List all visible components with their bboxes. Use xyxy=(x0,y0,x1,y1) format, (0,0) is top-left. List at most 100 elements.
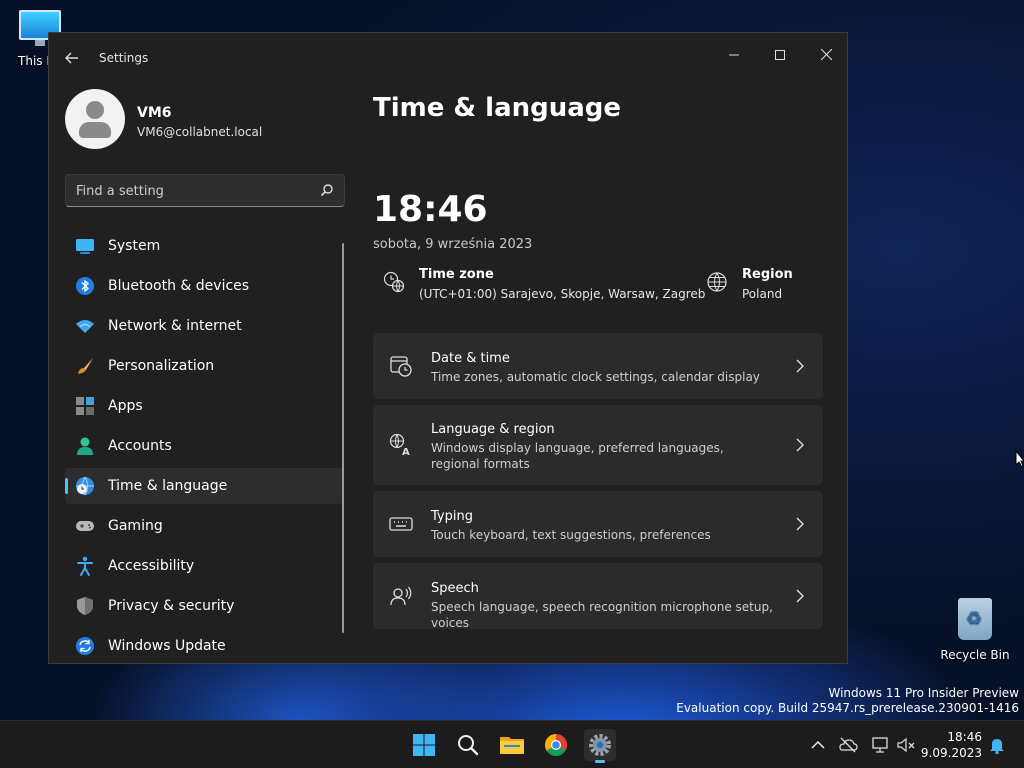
calendar-clock-icon xyxy=(390,356,412,377)
sidebar-item-label: Privacy & security xyxy=(108,598,235,614)
search-input[interactable] xyxy=(76,181,306,201)
watermark-line: Windows 11 Pro Insider Preview xyxy=(828,686,1019,700)
time-zone-info[interactable]: Time zone (UTC+01:00) Sarajevo, Skopje, … xyxy=(383,265,705,309)
globe-icon xyxy=(707,272,727,292)
start-button[interactable] xyxy=(408,729,440,761)
language-region-card[interactable]: A Language & region Windows display lang… xyxy=(373,405,823,485)
sidebar-item-accessibility[interactable]: Accessibility xyxy=(65,548,343,584)
sidebar-scrollbar[interactable] xyxy=(342,243,344,633)
chrome-icon xyxy=(545,734,567,756)
sidebar-item-bluetooth[interactable]: Bluetooth & devices xyxy=(65,268,343,304)
sidebar-item-label: System xyxy=(108,238,161,254)
profile-name: VM6 xyxy=(137,105,172,121)
sidebar-item-label: Gaming xyxy=(108,518,163,534)
card-subtitle: Windows display language, preferred lang… xyxy=(431,441,724,471)
recycle-bin-shortcut[interactable]: Recycle Bin xyxy=(938,598,1012,662)
chevron-right-icon xyxy=(796,359,804,373)
sidebar-item-privacy[interactable]: Privacy & security xyxy=(65,588,343,624)
back-arrow-icon xyxy=(65,52,78,64)
region-value: Poland xyxy=(742,287,783,301)
sidebar-item-time-language[interactable]: Time & language xyxy=(65,468,343,504)
system-clock[interactable]: 18:46 9.09.2023 xyxy=(921,729,982,761)
sidebar-nav: System Bluetooth & devices Network & int… xyxy=(65,228,343,663)
card-title: Date & time xyxy=(431,351,510,366)
mouse-cursor-icon xyxy=(1015,450,1024,468)
search-icon xyxy=(458,735,479,756)
sidebar-item-system[interactable]: System xyxy=(65,228,343,264)
window-title: Settings xyxy=(99,51,149,65)
avatar xyxy=(65,89,125,149)
time-zone-icon xyxy=(383,271,405,293)
chevron-right-icon xyxy=(796,438,804,452)
update-icon xyxy=(76,637,94,655)
svg-text:A: A xyxy=(402,447,410,457)
card-subtitle: Time zones, automatic clock settings, ca… xyxy=(431,370,760,384)
back-button[interactable] xyxy=(61,47,83,69)
network-icon[interactable] xyxy=(870,735,890,755)
sidebar-item-label: Accessibility xyxy=(108,558,195,574)
chevron-right-icon xyxy=(796,517,804,531)
volume-muted-icon[interactable] xyxy=(896,735,916,755)
sidebar-item-network[interactable]: Network & internet xyxy=(65,308,343,344)
chevron-up-icon[interactable] xyxy=(808,735,828,755)
settings-window: Settings VM6 VM6@collabnet.local Find a … xyxy=(48,32,848,664)
sidebar-item-windows-update[interactable]: Windows Update xyxy=(65,628,343,663)
sidebar-item-label: Time & language xyxy=(108,478,228,494)
region-title: Region xyxy=(742,267,793,282)
settings-taskbar-button[interactable] xyxy=(584,729,616,763)
sidebar-item-label: Personalization xyxy=(108,358,215,374)
sidebar-item-personalization[interactable]: Personalization xyxy=(65,348,343,384)
chrome-button[interactable] xyxy=(540,729,572,761)
typing-card[interactable]: Typing Touch keyboard, text suggestions,… xyxy=(373,491,823,557)
card-title: Typing xyxy=(431,509,473,524)
profile-email: VM6@collabnet.local xyxy=(137,125,263,139)
settings-icon xyxy=(589,734,611,756)
accessibility-icon xyxy=(77,556,93,576)
sidebar-item-apps[interactable]: Apps xyxy=(65,388,343,424)
sidebar-item-label: Apps xyxy=(108,398,143,414)
evaluation-watermark: Windows 11 Pro Insider Preview Evaluatio… xyxy=(676,686,1019,716)
sidebar-item-label: Bluetooth & devices xyxy=(108,278,250,294)
file-explorer-button[interactable] xyxy=(496,729,528,761)
desktop-icon-label: Recycle Bin xyxy=(940,648,1010,662)
gamepad-icon xyxy=(76,521,94,531)
clock-time: 18:46 xyxy=(947,730,982,744)
time-zone-title: Time zone xyxy=(419,267,494,282)
system-icon xyxy=(76,239,94,254)
search-icon xyxy=(320,184,333,197)
notification-bell-icon[interactable] xyxy=(987,735,1007,755)
search-box[interactable] xyxy=(65,174,345,207)
bluetooth-icon xyxy=(76,277,94,295)
taskbar: 18:46 9.09.2023 xyxy=(0,720,1024,768)
sidebar-item-label: Windows Update xyxy=(108,638,226,654)
globe-clock-icon xyxy=(76,476,94,496)
region-info[interactable]: Region Poland xyxy=(706,265,826,309)
current-date: sobota, 9 września 2023 xyxy=(373,237,533,252)
time-zone-value: (UTC+01:00) Sarajevo, Skopje, Warsaw, Za… xyxy=(419,287,706,301)
main-content: Time & language 18:46 sobota, 9 września… xyxy=(373,33,847,663)
speech-card[interactable]: Speech Speech language, speech recogniti… xyxy=(373,563,823,630)
current-time: 18:46 xyxy=(373,189,488,230)
sidebar-item-label: Accounts xyxy=(108,438,172,454)
accounts-icon xyxy=(77,437,93,455)
card-title: Language & region xyxy=(431,422,555,437)
card-subtitle: Speech language, speech recognition micr… xyxy=(431,600,773,630)
taskbar-search-button[interactable] xyxy=(452,729,484,761)
language-icon: A xyxy=(389,433,410,457)
recycle-bin-icon xyxy=(958,598,992,640)
card-subtitle: Touch keyboard, text suggestions, prefer… xyxy=(431,528,711,542)
watermark-line: Evaluation copy. Build 25947.rs_prerelea… xyxy=(676,701,1019,715)
page-title: Time & language xyxy=(373,93,622,123)
keyboard-icon xyxy=(389,517,413,531)
sidebar-item-gaming[interactable]: Gaming xyxy=(65,508,343,544)
start-icon xyxy=(413,734,435,756)
apps-icon xyxy=(76,397,94,415)
sidebar-item-accounts[interactable]: Accounts xyxy=(65,428,343,464)
wifi-icon xyxy=(76,320,94,333)
brush-icon xyxy=(78,358,93,374)
clock-date: 9.09.2023 xyxy=(920,746,982,760)
date-time-card[interactable]: Date & time Time zones, automatic clock … xyxy=(373,333,823,399)
card-title: Speech xyxy=(431,581,479,596)
onedrive-offline-icon[interactable] xyxy=(838,735,858,755)
file-explorer-icon xyxy=(500,737,524,754)
